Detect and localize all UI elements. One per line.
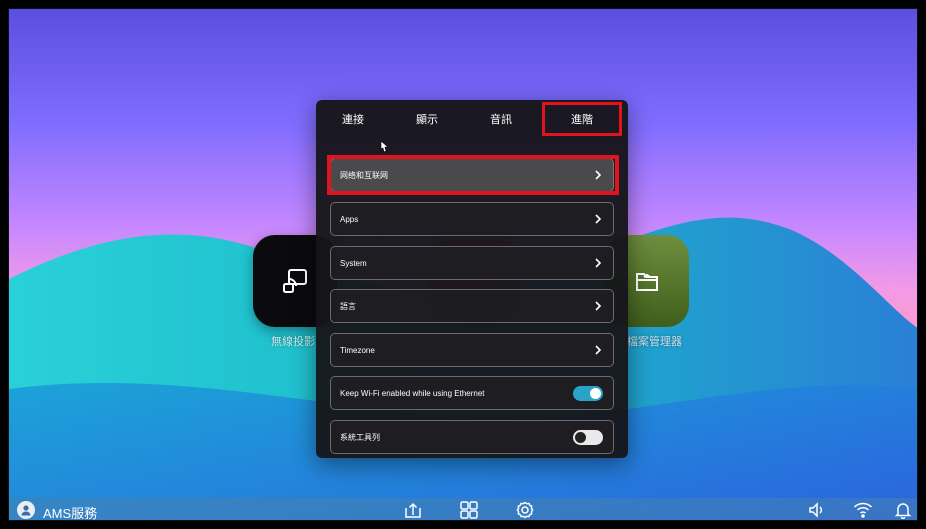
settings-row-label: 語言 [340, 301, 356, 311]
settings-row-label: 系統工具列 [340, 432, 380, 442]
device-screen: 無線投影 檔案管理器 連接 顯示 音訊 進階 网络和互联网 Apps Syste… [8, 8, 918, 521]
chevron-right-icon [595, 301, 602, 311]
avatar[interactable] [17, 501, 35, 519]
toggle-knob [575, 431, 586, 443]
mouse-cursor-icon [380, 140, 389, 153]
highlight-box [327, 155, 619, 195]
system-toolbar-toggle[interactable] [573, 429, 603, 445]
settings-row-timezone[interactable]: Timezone [330, 333, 614, 367]
upload-icon[interactable] [403, 501, 423, 519]
chevron-right-icon [595, 345, 602, 355]
settings-tabs: 連接 顯示 音訊 進階 [316, 100, 628, 138]
settings-row-system-toolbar[interactable]: 系統工具列 [330, 420, 614, 454]
tab-connection[interactable]: 連接 [316, 100, 390, 138]
taskbar: AMS服務 [9, 498, 917, 520]
settings-row-system[interactable]: System [330, 246, 614, 280]
folder-icon [636, 273, 658, 291]
settings-gear-icon[interactable] [515, 501, 535, 519]
settings-row-keep-wifi[interactable]: Keep Wi-Fi enabled while using Ethernet [330, 376, 614, 410]
settings-row-label: Timezone [340, 345, 375, 355]
tab-advanced[interactable]: 進階 [542, 102, 622, 136]
settings-row-label: Apps [340, 214, 359, 224]
toggle-knob [590, 387, 601, 399]
settings-panel: 連接 顯示 音訊 進階 网络和互联网 Apps System 語言 Timezo… [316, 100, 628, 458]
volume-icon[interactable] [807, 501, 827, 519]
chevron-right-icon [595, 258, 602, 268]
settings-row-label: Keep Wi-Fi enabled while using Ethernet [340, 388, 485, 398]
apps-grid-icon[interactable] [459, 501, 479, 519]
app-tile-label: 檔案管理器 [627, 336, 682, 348]
wifi-icon[interactable] [853, 501, 873, 519]
tab-audio[interactable]: 音訊 [464, 100, 538, 138]
screen-cast-icon [283, 269, 307, 293]
settings-row-label: System [340, 258, 367, 268]
tab-display[interactable]: 顯示 [390, 100, 464, 138]
chevron-right-icon [595, 214, 602, 224]
settings-row-apps[interactable]: Apps [330, 202, 614, 236]
keep-wifi-toggle[interactable] [573, 385, 603, 401]
bell-icon[interactable] [893, 501, 913, 519]
app-tile-label: 無線投影 [271, 336, 315, 348]
avatar-icon [21, 505, 31, 516]
user-label[interactable]: AMS服務 [43, 503, 97, 520]
settings-row-language[interactable]: 語言 [330, 289, 614, 323]
